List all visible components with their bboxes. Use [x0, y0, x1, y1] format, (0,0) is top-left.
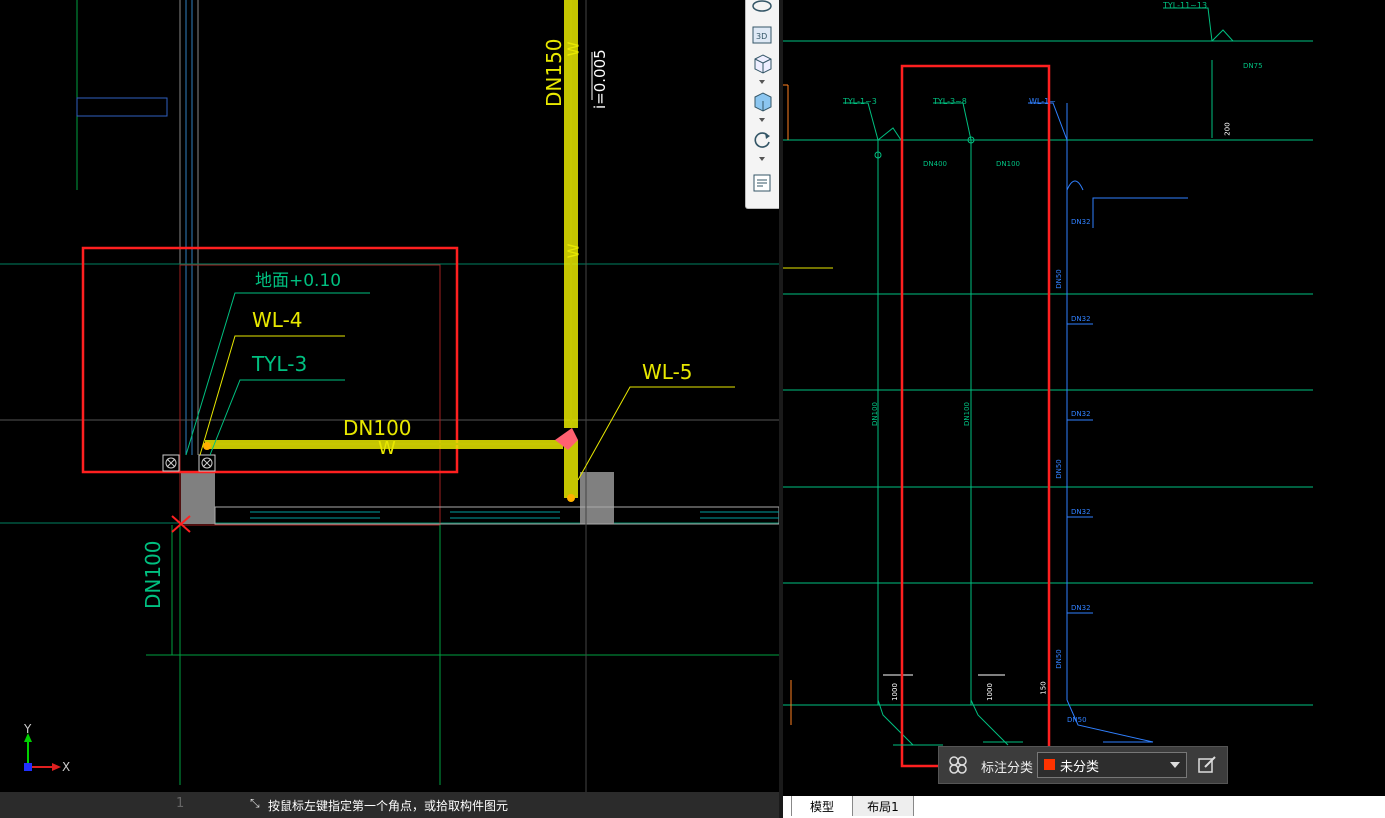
- label-dn100-v: DN100: [141, 540, 165, 609]
- label-dim200: 200: [1223, 122, 1232, 136]
- label-slope: i=0.005: [591, 49, 609, 109]
- view-3d-icon[interactable]: 3D: [751, 24, 773, 46]
- chevron-down-icon: [1170, 762, 1180, 768]
- rotate-icon[interactable]: [751, 128, 773, 150]
- grid-bubble-label: 1: [176, 796, 185, 811]
- label-dn32-1: DN32: [1071, 218, 1091, 226]
- tab-layout1[interactable]: 布局1: [853, 796, 914, 816]
- category-value: 未分类: [1060, 760, 1100, 775]
- shaded-cube-icon[interactable]: [751, 90, 773, 112]
- shade-dropdown-icon[interactable]: [759, 118, 765, 122]
- label-w-v2: W: [564, 243, 583, 259]
- label-dn100: DN100: [996, 160, 1020, 168]
- annotation-category-bar: 标注分类 未分类: [938, 746, 1228, 784]
- cube-view-dropdown-icon[interactable]: [759, 80, 765, 84]
- category-select[interactable]: 未分类: [1037, 752, 1187, 778]
- label-dn32-2: DN32: [1071, 315, 1091, 323]
- label-dn32-3: DN32: [1071, 410, 1091, 418]
- corner-select-icon: ⤡: [250, 796, 260, 810]
- link-icon[interactable]: [948, 755, 968, 775]
- label-w-h: W: [378, 438, 396, 459]
- tab-model[interactable]: 模型: [791, 796, 853, 816]
- highlight-box: [900, 64, 1051, 768]
- label-dn400: DN400: [923, 160, 947, 168]
- label-tyl3: TYL-3: [252, 352, 308, 376]
- label-wl5: WL-5: [642, 360, 693, 384]
- layout-tabs: 模型 布局1: [783, 796, 1385, 818]
- status-text: 按鼠标左键指定第一个角点，或拾取构件图元: [268, 799, 509, 813]
- label-dn150: DN150: [542, 38, 566, 107]
- category-color-swatch: [1044, 759, 1055, 770]
- edit-icon[interactable]: [1197, 755, 1217, 775]
- category-label: 标注分类: [981, 761, 1034, 776]
- label-dn50-2: DN50: [1054, 459, 1063, 479]
- system-diagram-viewport[interactable]: TYL-1~3 TYL-3~8 WL-1~ TYL-11~13 DN400 DN…: [783, 0, 1385, 818]
- label-wl1: WL-1~: [1029, 97, 1056, 106]
- label-dn50-3: DN50: [1054, 649, 1063, 669]
- plan-drawing: [0, 0, 779, 815]
- label-floor: 地面+0.10: [255, 271, 342, 291]
- label-dim1000a: 1000: [890, 683, 899, 701]
- label-wl4: WL-4: [252, 308, 303, 332]
- label-dn75: DN75: [1243, 62, 1263, 70]
- cube-view-icon[interactable]: [751, 52, 773, 74]
- label-tyl11: TYL-11~13: [1163, 1, 1208, 10]
- label-tyl3-8: TYL-3~8: [933, 97, 967, 106]
- axis-x-label: X: [62, 760, 71, 774]
- view-toolbar: 3D: [745, 0, 779, 209]
- label-dim1000b: 1000: [985, 683, 994, 701]
- label-dn100-h: DN100: [343, 416, 412, 440]
- rotate-dropdown-icon[interactable]: [759, 157, 765, 161]
- label-dim150: 150: [1039, 681, 1048, 695]
- plan-viewport[interactable]: 地面+0.10 WL-4 TYL-3 WL-5 DN100 W W W DN15…: [0, 0, 779, 818]
- axis-y-label: Y: [24, 722, 32, 736]
- label-w-v1: W: [564, 41, 583, 57]
- properties-icon[interactable]: [751, 172, 773, 194]
- label-dn100-v1: DN100: [871, 402, 879, 426]
- status-bar: ⤡ 按鼠标左键指定第一个角点，或拾取构件图元: [0, 792, 779, 818]
- label-tyl1-3: TYL-1~3: [843, 97, 877, 106]
- label-dn32-5: DN32: [1071, 604, 1091, 612]
- label-dn32-4: DN32: [1071, 508, 1091, 516]
- label-dn50-1: DN50: [1054, 269, 1063, 289]
- label-dn50-4: DN50: [1067, 716, 1087, 724]
- svg-text:3D: 3D: [756, 32, 767, 41]
- label-dn100-v2: DN100: [963, 402, 971, 426]
- orbit-icon[interactable]: [751, 0, 773, 22]
